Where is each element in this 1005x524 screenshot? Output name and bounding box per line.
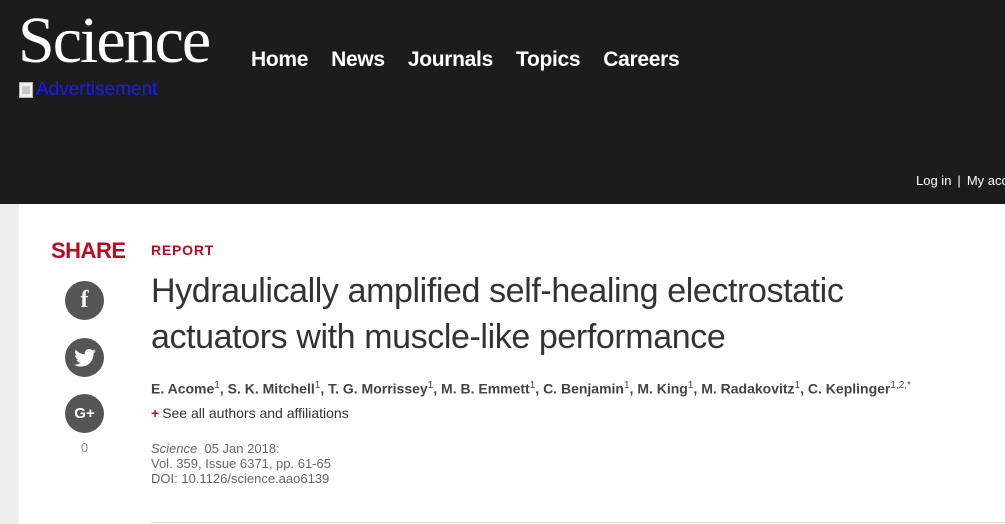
google-plus-icon: G+ (74, 405, 95, 422)
broken-image-icon (19, 82, 33, 98)
user-links: Log in | My acco (916, 173, 1005, 188)
nav-home[interactable]: Home (251, 46, 308, 74)
site-header: Science Home News Journals Topics Career… (0, 0, 1005, 204)
author-affiliation: 1 (529, 380, 536, 391)
citation-journal-line: Science 05 Jan 2018: (151, 441, 331, 456)
author-affiliation: 1 (214, 380, 220, 391)
advertisement-banner[interactable]: Advertisement (19, 79, 157, 101)
author-name[interactable]: S. K. Mitchell (228, 381, 315, 397)
author-affiliation: 1 (794, 380, 801, 391)
publication-date: 05 Jan 2018: (204, 441, 280, 456)
google-plus-share-button[interactable]: G+ (65, 394, 104, 433)
author-name[interactable]: C. Benjamin (543, 381, 624, 397)
article-type: REPORT (151, 242, 215, 258)
author-list: E. Acome1, S. K. Mitchell1, T. G. Morris… (151, 380, 911, 397)
author-affiliation: 1 (314, 380, 321, 391)
author-affiliation: 1,2,* (890, 380, 911, 391)
author-name[interactable]: M. Radakovitz (701, 381, 794, 397)
article-title: Hydraulically amplified self-healing ele… (151, 272, 844, 356)
journal-name: Science (151, 441, 198, 456)
twitter-share-button[interactable] (65, 338, 104, 377)
author-name[interactable]: M. King (637, 381, 688, 397)
volume-issue: Vol. 359, Issue 6371, pp. 61-65 (151, 456, 331, 471)
author-affiliation: 1 (623, 380, 630, 391)
left-gutter (0, 204, 19, 524)
facebook-icon: f (80, 287, 89, 313)
twitter-icon (73, 348, 96, 367)
author-name[interactable]: M. B. Emmett (441, 381, 530, 397)
author-affiliation: 1 (427, 380, 434, 391)
nav-careers[interactable]: Careers (603, 46, 679, 74)
author-name[interactable]: E. Acome (151, 381, 214, 397)
share-count: 0 (80, 440, 89, 455)
author-name[interactable]: T. G. Morrissey (328, 381, 428, 397)
main-nav: Home News Journals Topics Careers (251, 46, 702, 74)
advertisement-link[interactable]: Advertisement (36, 79, 157, 101)
nav-topics[interactable]: Topics (516, 46, 581, 74)
citation-block: Science 05 Jan 2018: Vol. 359, Issue 637… (151, 441, 331, 486)
share-heading: SHARE (51, 238, 126, 263)
nav-news[interactable]: News (331, 46, 385, 74)
login-link[interactable]: Log in (916, 173, 951, 188)
section-divider (151, 522, 1005, 523)
author-name[interactable]: C. Keplinger (808, 381, 890, 397)
author-affiliation: 1 (687, 380, 694, 391)
user-links-separator: | (957, 173, 961, 188)
plus-icon: + (151, 405, 160, 421)
my-account-link[interactable]: My acco (967, 173, 1005, 188)
see-all-authors-toggle[interactable]: + See all authors and affiliations (151, 405, 349, 421)
doi[interactable]: DOI: 10.1126/science.aao6139 (151, 471, 331, 486)
nav-journals[interactable]: Journals (408, 46, 493, 74)
science-logo[interactable]: Science (18, 4, 211, 78)
see-all-authors-label: See all authors and affiliations (162, 405, 349, 421)
facebook-share-button[interactable]: f (65, 281, 104, 320)
